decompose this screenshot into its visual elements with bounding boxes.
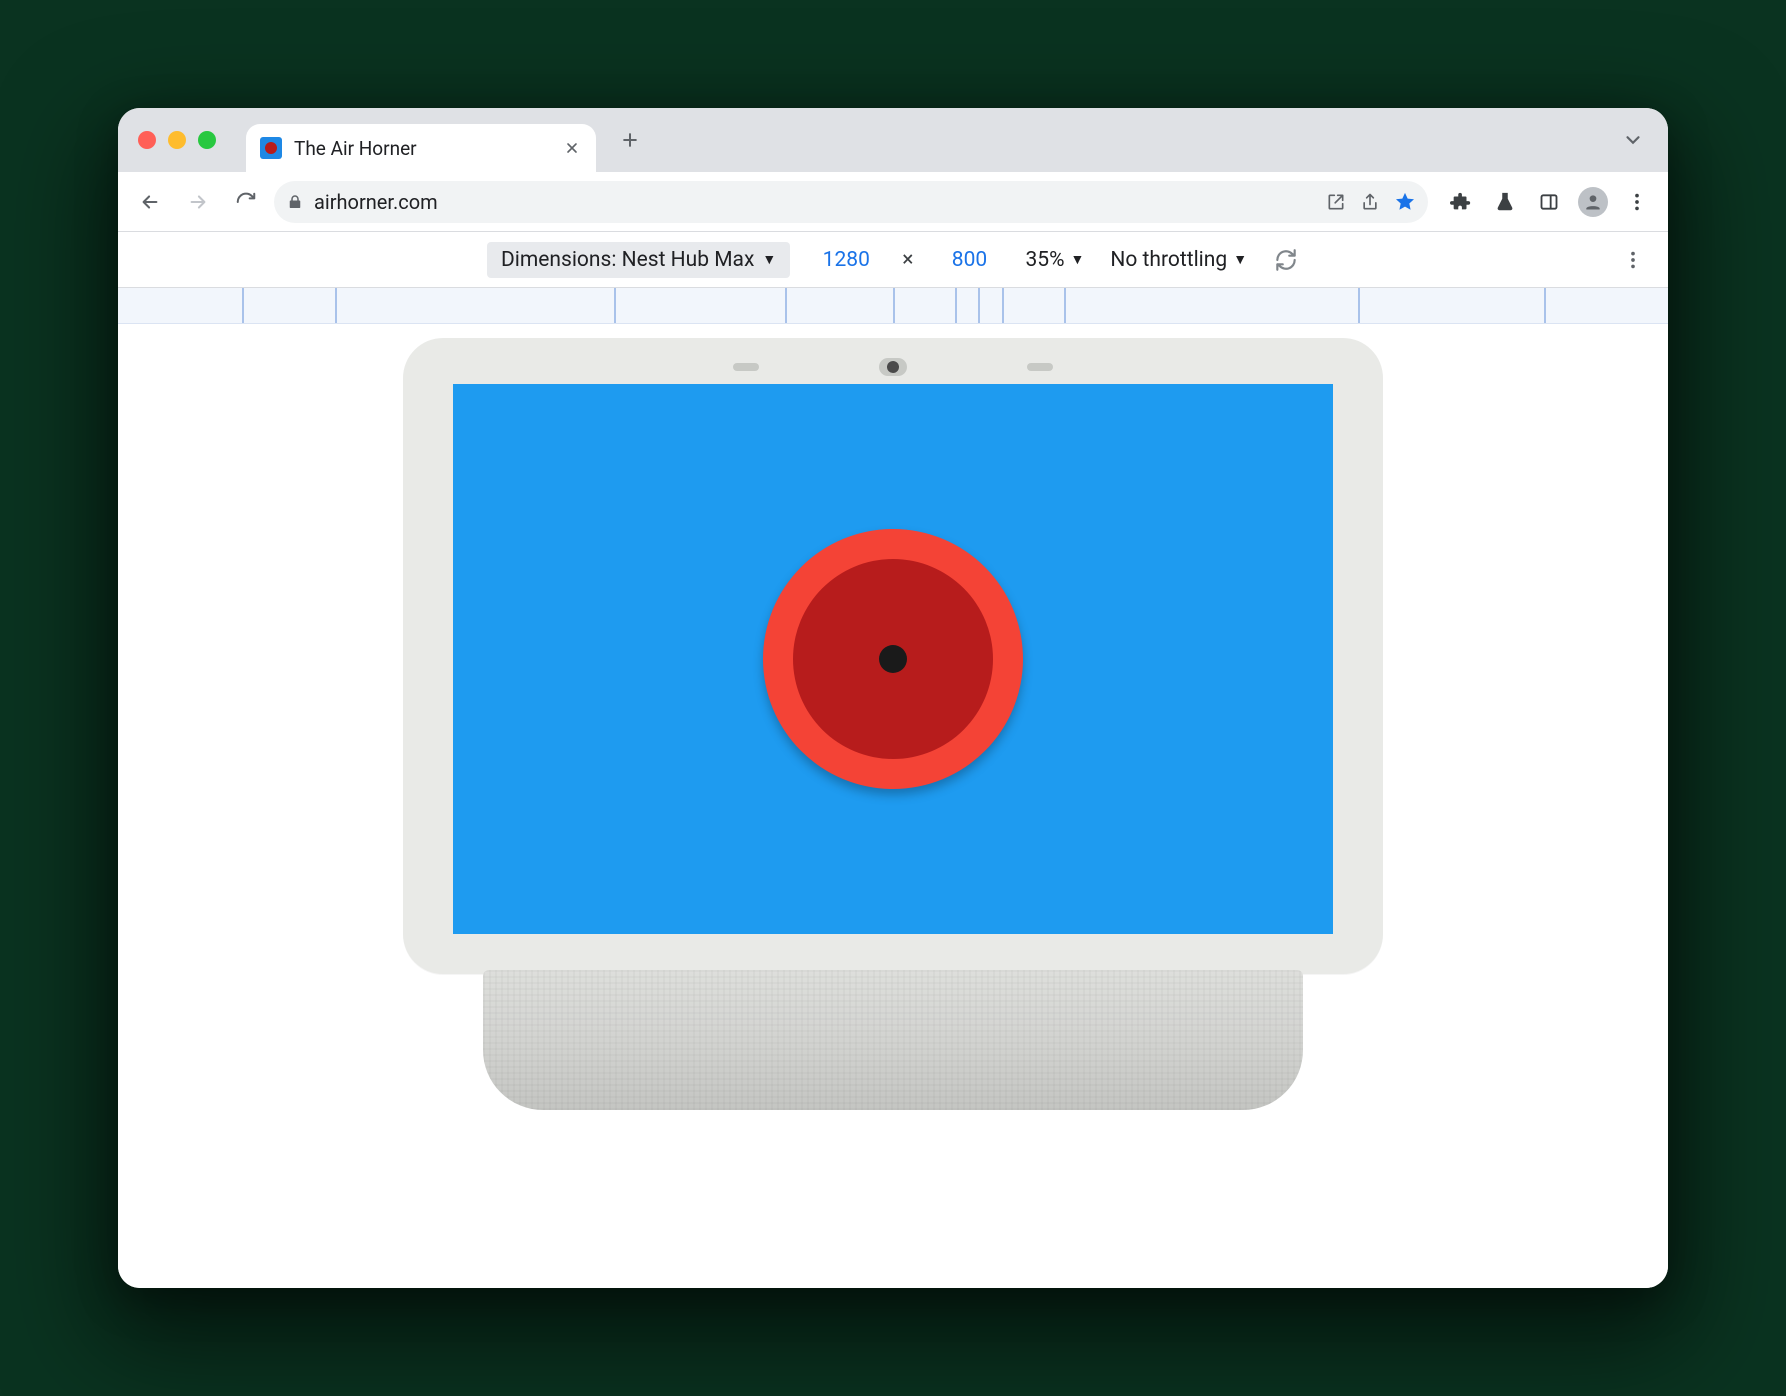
ruler-tick[interactable] <box>335 288 337 323</box>
address-bar[interactable]: airhorner.com <box>274 181 1428 223</box>
ruler-tick[interactable] <box>242 288 244 323</box>
avatar-icon <box>1578 187 1608 217</box>
device-sensors <box>403 358 1383 376</box>
back-button[interactable] <box>130 182 170 222</box>
ruler-tick[interactable] <box>1002 288 1004 323</box>
zoom-value: 35% <box>1025 248 1064 272</box>
open-external-icon[interactable] <box>1326 192 1346 212</box>
window-maximize-button[interactable] <box>198 131 216 149</box>
device-toolbar-menu-button[interactable] <box>1622 249 1644 271</box>
throttling-select[interactable]: No throttling ▼ <box>1110 248 1247 272</box>
camera-icon <box>879 358 907 376</box>
share-icon[interactable] <box>1360 192 1380 212</box>
window-close-button[interactable] <box>138 131 156 149</box>
tab-favicon <box>260 137 282 159</box>
airhorner-app[interactable] <box>453 384 1333 934</box>
sensor-slot-icon <box>733 363 759 371</box>
device-select[interactable]: Dimensions: Nest Hub Max ▼ <box>487 242 790 278</box>
ruler-tick[interactable] <box>955 288 957 323</box>
ruler-tick[interactable] <box>1358 288 1360 323</box>
ruler-tick[interactable] <box>978 288 980 323</box>
airhorn-button[interactable] <box>763 529 1023 789</box>
window-minimize-button[interactable] <box>168 131 186 149</box>
ruler-tick[interactable] <box>1544 288 1546 323</box>
dropdown-triangle-icon: ▼ <box>1070 251 1084 268</box>
labs-button[interactable] <box>1486 183 1524 221</box>
ruler-tick[interactable] <box>614 288 616 323</box>
ruler-tick[interactable] <box>893 288 895 323</box>
breakpoint-ruler[interactable] <box>118 288 1668 324</box>
airhorn-center-dot <box>879 645 907 673</box>
extensions-button[interactable] <box>1442 183 1480 221</box>
throttling-value: No throttling <box>1110 248 1227 272</box>
browser-tab[interactable]: The Air Horner <box>246 124 596 172</box>
window-controls <box>138 131 216 149</box>
viewport-height-input[interactable]: 800 <box>939 248 999 272</box>
rotate-button[interactable] <box>1273 247 1299 273</box>
tab-close-button[interactable] <box>564 140 580 156</box>
toolbar-actions <box>1442 183 1656 221</box>
new-tab-button[interactable] <box>610 120 650 160</box>
dropdown-triangle-icon: ▼ <box>762 251 776 268</box>
dimension-separator: × <box>902 248 913 272</box>
reload-button[interactable] <box>226 182 266 222</box>
bookmark-star-icon[interactable] <box>1394 191 1416 213</box>
url-text: airhorner.com <box>314 190 1316 214</box>
nest-hub-frame <box>403 338 1383 974</box>
profile-button[interactable] <box>1574 183 1612 221</box>
side-panel-button[interactable] <box>1530 183 1568 221</box>
sensor-slot-icon <box>1027 363 1053 371</box>
forward-button[interactable] <box>178 182 218 222</box>
browser-menu-button[interactable] <box>1618 183 1656 221</box>
airhorn-inner-circle <box>793 559 993 759</box>
tab-title: The Air Horner <box>294 137 552 160</box>
ruler-tick[interactable] <box>1064 288 1066 323</box>
zoom-select[interactable]: 35% ▼ <box>1025 248 1084 272</box>
device-frame-container <box>403 338 1383 1110</box>
emulated-viewport <box>118 324 1668 1288</box>
device-select-label: Dimensions: Nest Hub Max <box>501 248 754 272</box>
device-toolbar: Dimensions: Nest Hub Max ▼ 1280 × 800 35… <box>118 232 1668 288</box>
browser-window: The Air Horner airhorner.com <box>118 108 1668 1288</box>
lock-icon <box>286 193 304 211</box>
tabs-dropdown-button[interactable] <box>1612 119 1654 161</box>
nest-hub-base <box>483 970 1303 1110</box>
viewport-width-input[interactable]: 1280 <box>816 248 876 272</box>
tab-strip: The Air Horner <box>118 108 1668 172</box>
browser-toolbar: airhorner.com <box>118 172 1668 232</box>
ruler-tick[interactable] <box>785 288 787 323</box>
dropdown-triangle-icon: ▼ <box>1233 251 1247 268</box>
